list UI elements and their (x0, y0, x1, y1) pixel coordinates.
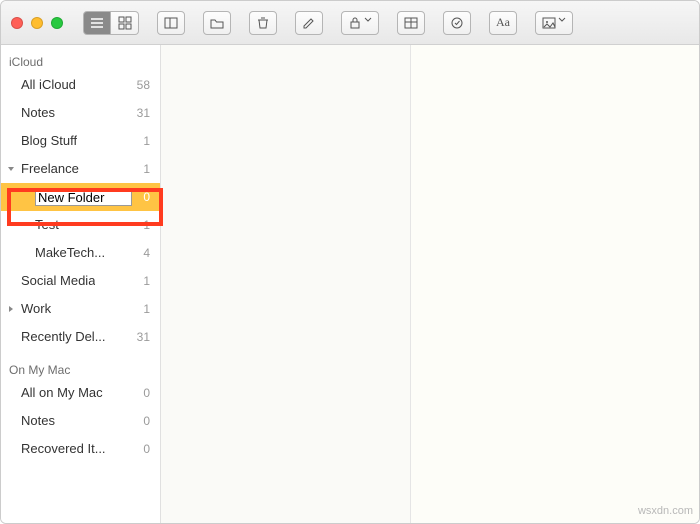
sidebar-item-label: Freelance (21, 159, 79, 179)
sidebar-item[interactable]: All on My Mac 0 (1, 379, 160, 407)
sidebar-item[interactable]: All iCloud 58 (1, 71, 160, 99)
sidebar-item[interactable]: Notes 0 (1, 407, 160, 435)
sidebar-item-label: Notes (21, 103, 55, 123)
sidebar-item[interactable]: Freelance 1 (1, 155, 160, 183)
lock-icon (348, 16, 362, 30)
sidebar-item[interactable]: Social Media 1 (1, 267, 160, 295)
grid-view-button[interactable] (111, 11, 139, 35)
media-icon (542, 16, 556, 30)
attachments-icon (164, 16, 178, 30)
sidebar-item-label: Test (35, 215, 59, 235)
sidebar-item[interactable]: Work 1 (1, 295, 160, 323)
table-icon (404, 16, 418, 30)
sidebar-item-count: 4 (132, 243, 150, 263)
sidebar-item[interactable]: Blog Stuff 1 (1, 127, 160, 155)
sidebar-item-label: Work (21, 299, 51, 319)
checklist-icon (450, 16, 464, 30)
sidebar-item-count: 31 (132, 103, 150, 123)
media-button[interactable] (535, 11, 573, 35)
sidebar-item-count: 58 (132, 75, 150, 95)
sidebar-item-count: 31 (132, 327, 150, 347)
sidebar-item-count: 1 (132, 159, 150, 179)
chevron-down-icon (558, 16, 566, 30)
sidebar-item[interactable]: MakeTech... 4 (1, 239, 160, 267)
window-body: iCloudAll iCloud58Notes31Blog Stuff1Free… (1, 45, 699, 523)
compose-icon (302, 16, 316, 30)
sidebar-item-count: 1 (132, 271, 150, 291)
list-view-button[interactable] (83, 11, 111, 35)
trash-button[interactable] (249, 11, 277, 35)
disclosure-down-icon[interactable] (7, 165, 15, 173)
sidebar-item-count: 1 (132, 215, 150, 235)
sidebar-item[interactable]: Test 1 (1, 211, 160, 239)
lock-button[interactable] (341, 11, 379, 35)
sidebar-item[interactable]: Notes 31 (1, 99, 160, 127)
sidebar-item-label: Recovered It... (21, 439, 106, 459)
sidebar-item-label: Social Media (21, 271, 95, 291)
app-window: Aa iCloudAll iCloud58Notes31Blog Stuff1F… (0, 0, 700, 524)
sidebar-item-count: 0 (132, 383, 150, 403)
format-label: Aa (496, 15, 510, 30)
checklist-button[interactable] (443, 11, 471, 35)
folder-icon (210, 16, 224, 30)
sidebar-item-count: 1 (132, 131, 150, 151)
grid-view-icon (118, 16, 132, 30)
sidebar-item-label: All on My Mac (21, 383, 103, 403)
sidebar-section-header: iCloud (1, 51, 160, 71)
sidebar-item[interactable]: Recently Del... 31 (1, 323, 160, 351)
folder-name-input[interactable] (35, 189, 132, 206)
sidebar-item-label: Recently Del... (21, 327, 106, 347)
table-button[interactable] (397, 11, 425, 35)
sidebar-item-count: 0 (132, 411, 150, 431)
window-controls (11, 17, 63, 29)
format-button[interactable]: Aa (489, 11, 517, 35)
sidebar-item-label: Blog Stuff (21, 131, 77, 151)
chevron-down-icon (364, 16, 372, 30)
view-toggle-group (83, 11, 139, 35)
notes-list-pane[interactable] (161, 45, 411, 523)
zoom-window-button[interactable] (51, 17, 63, 29)
titlebar: Aa (1, 1, 699, 45)
trash-icon (256, 16, 270, 30)
sidebar-item-count: 1 (132, 299, 150, 319)
sidebar-item[interactable]: 0 (1, 183, 160, 211)
sidebar-item-label: MakeTech... (35, 243, 105, 263)
sidebar[interactable]: iCloudAll iCloud58Notes31Blog Stuff1Free… (1, 45, 161, 523)
sidebar-item-count: 0 (132, 187, 150, 207)
close-window-button[interactable] (11, 17, 23, 29)
compose-button[interactable] (295, 11, 323, 35)
sidebar-section-header: On My Mac (1, 359, 160, 379)
disclosure-right-icon[interactable] (7, 305, 15, 313)
list-view-icon (90, 16, 104, 30)
note-editor-pane[interactable] (411, 45, 699, 523)
attachments-button[interactable] (157, 11, 185, 35)
sidebar-item-label: Notes (21, 411, 55, 431)
sidebar-item-label: All iCloud (21, 75, 76, 95)
sidebar-item[interactable]: Recovered It... 0 (1, 435, 160, 463)
new-folder-button[interactable] (203, 11, 231, 35)
minimize-window-button[interactable] (31, 17, 43, 29)
watermark: wsxdn.com (638, 505, 693, 517)
sidebar-item-count: 0 (132, 439, 150, 459)
